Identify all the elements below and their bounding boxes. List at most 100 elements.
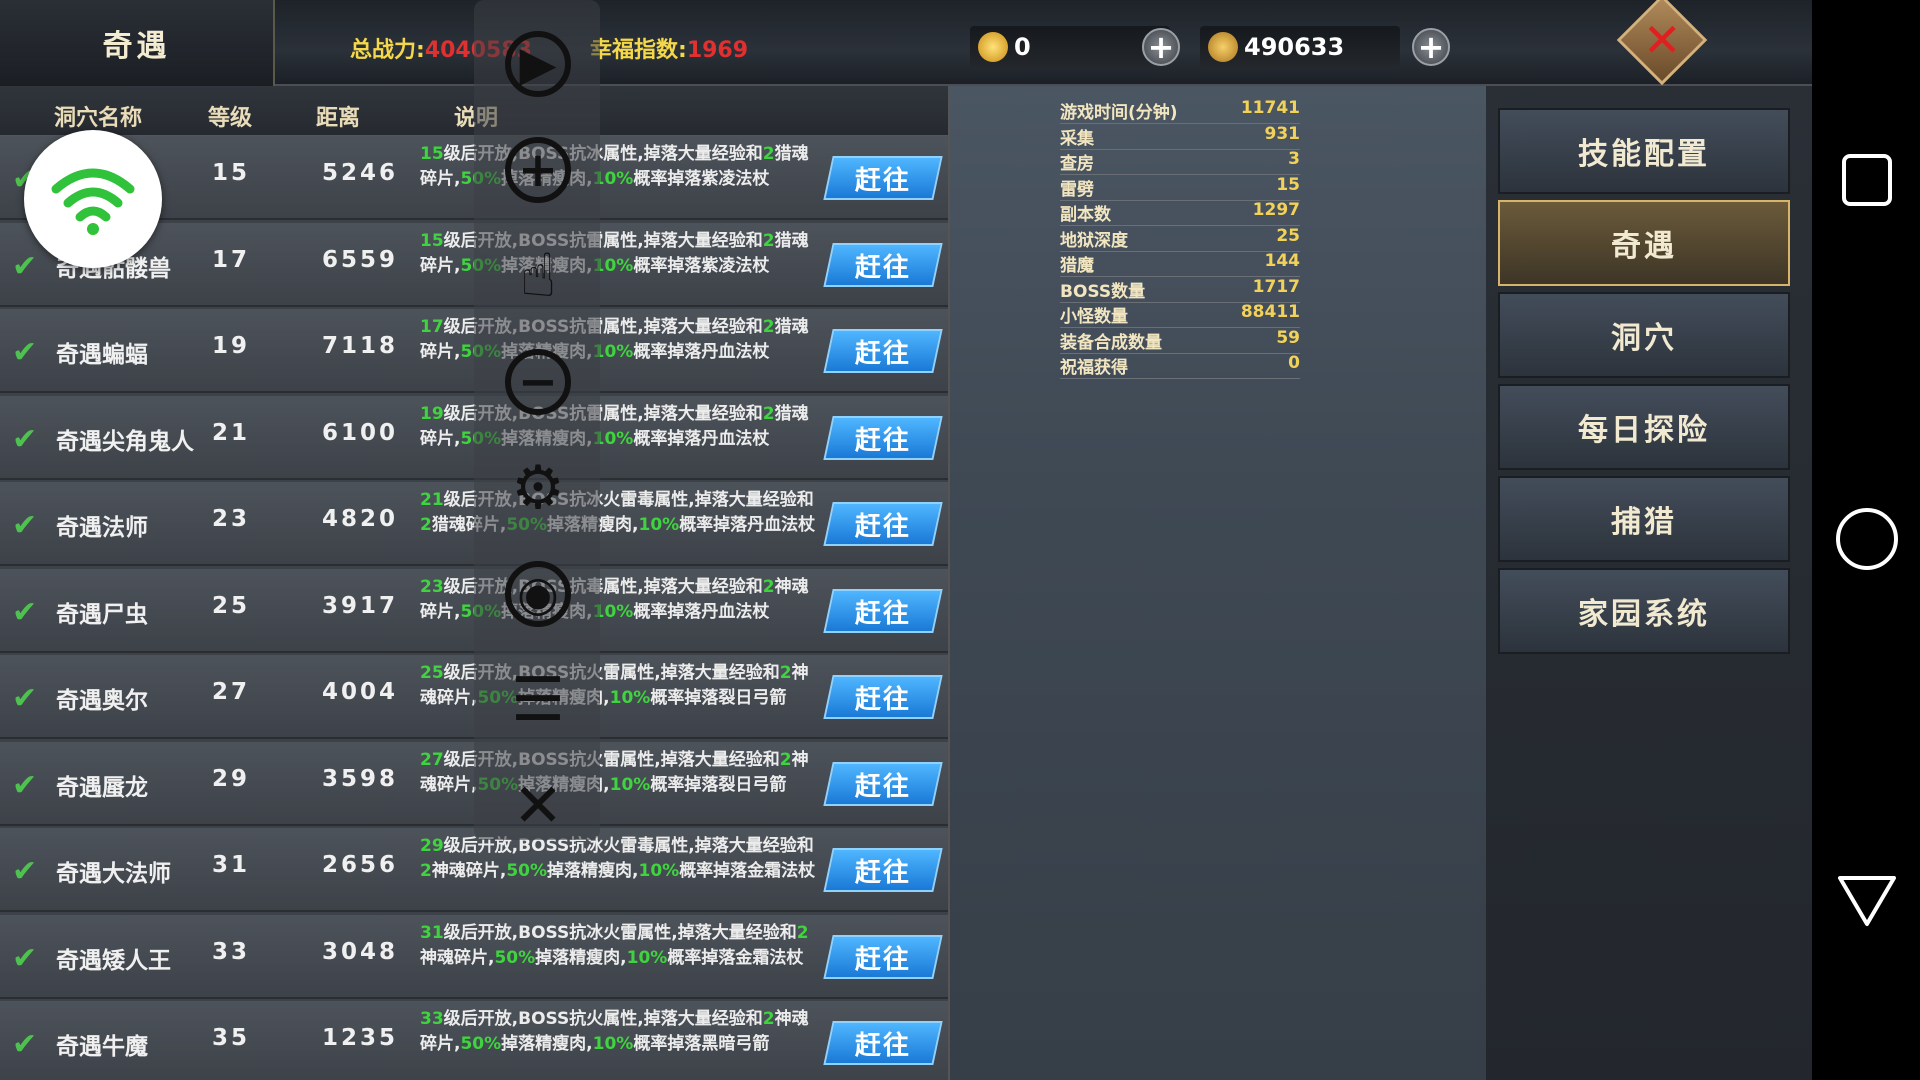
desc-level: 27: [420, 749, 444, 770]
cave-level: 23: [212, 506, 251, 532]
stats-panel: 游戏时间(分钟) 11741 采集 931 查房 3 雷劈 15 副本数 1297 地狱深度 25 猎魔…: [948, 86, 1486, 1080]
stat-value: 3: [1288, 149, 1300, 169]
cave-level: 21: [212, 419, 251, 446]
check-icon: ✔: [12, 940, 38, 976]
cave-distance: 6559: [322, 246, 399, 273]
desc-text-2: 神魂碎片,: [431, 861, 507, 881]
cave-name: 奇遇蜃龙: [56, 774, 148, 801]
game-viewport: 奇遇 总战力:4040583 幸福指数:1969 0 + 490633 + ✕ …: [0, 0, 1812, 1080]
go-button[interactable]: 赶往: [823, 329, 943, 373]
menu-item-label: 洞穴: [1611, 321, 1677, 356]
go-button-label: 赶往: [854, 684, 911, 715]
cave-description: 29级后开放,BOSS抗冰火雷毒属性,掉落大量经验和2神魂碎片,50%掉落精瘦肉…: [420, 834, 820, 884]
desc-rate-2: 10%: [638, 515, 680, 535]
stat-row: 猎魔 144: [1060, 251, 1300, 277]
stat-label: 祝福获得: [1060, 358, 1128, 378]
cave-row: ✔ 奇遇矮人王 33 3048 31级后开放,BOSS抗冰火雷属性,掉落大量经验和2 神魂…: [0, 914, 948, 999]
stat-row: 查房 3: [1060, 149, 1300, 175]
go-button-label: 赶往: [854, 944, 911, 974]
go-button[interactable]: 赶往: [823, 502, 943, 546]
desc-rate-1: 50%: [460, 1034, 502, 1054]
go-button[interactable]: 赶往: [823, 156, 943, 200]
add-gold-button[interactable]: +: [1142, 28, 1180, 66]
page-title: 奇遇: [102, 29, 171, 64]
cave-distance: 1235: [322, 1025, 399, 1051]
go-button[interactable]: 赶往: [823, 242, 943, 287]
gold-currency: 0: [970, 26, 1170, 68]
zoom-out-icon[interactable]: −: [502, 346, 574, 418]
desc-rate-2: 10%: [609, 688, 651, 708]
stat-value: 1297: [1252, 200, 1300, 220]
go-button[interactable]: 赶往: [823, 588, 943, 633]
cave-level: 35: [212, 1025, 251, 1051]
go-button[interactable]: 赶往: [823, 1021, 943, 1065]
menu-item[interactable]: 奇遇: [1498, 200, 1790, 286]
stat-value: 15: [1276, 174, 1300, 195]
page-title-box: 奇遇: [0, 0, 275, 86]
desc-text-4: 概率掉落丹血法杖: [633, 601, 770, 622]
cave-name: 奇遇蝙蝠: [56, 342, 148, 368]
stat-label: 副本数: [1060, 205, 1111, 225]
add-coin-button[interactable]: +: [1412, 28, 1450, 66]
desc-count: 2: [762, 144, 775, 164]
cave-level: 17: [212, 246, 251, 273]
hand-pointer-icon[interactable]: ☝: [502, 240, 574, 312]
cave-level: 25: [212, 592, 251, 619]
desc-text-4: 概率掉落金霜法杖: [667, 947, 804, 968]
cave-level: 19: [212, 333, 251, 359]
play-icon[interactable]: ▶: [502, 28, 574, 100]
gear-icon[interactable]: ⚙: [502, 452, 574, 524]
zoom-in-icon[interactable]: +: [502, 134, 574, 206]
cave-distance: 3048: [322, 938, 399, 965]
recent-apps-button[interactable]: [1842, 154, 1892, 206]
menu-icon[interactable]: ☰: [502, 664, 574, 736]
desc-rate-2: 10%: [609, 774, 651, 795]
stat-row: 游戏时间(分钟) 11741: [1060, 98, 1300, 124]
desc-count: 2: [779, 749, 792, 770]
check-icon: ✔: [12, 594, 38, 630]
desc-text-4: 概率掉落金霜法杖: [679, 861, 816, 881]
desc-level: 23: [420, 576, 444, 597]
close-icon[interactable]: ✕: [502, 770, 574, 842]
desc-text-4: 概率掉落丹血法杖: [633, 428, 770, 449]
menu-item[interactable]: 家园系统: [1498, 568, 1790, 654]
go-button[interactable]: 赶往: [823, 934, 943, 979]
cave-row: ✔ 奇遇大法师 31 2656 29级后开放,BOSS抗冰火雷毒属性,掉落大量经验和2神…: [0, 828, 948, 912]
go-button-label: 赶往: [854, 425, 911, 455]
check-icon: ✔: [12, 335, 38, 370]
back-button[interactable]: [1836, 874, 1898, 928]
stat-row: 采集 931: [1060, 124, 1300, 150]
wifi-float-button[interactable]: [24, 130, 162, 268]
menu-item-label: 每日探险: [1578, 413, 1710, 448]
desc-text-1: 级后开放,BOSS抗冰火雷属性,掉落大量经验和: [443, 922, 797, 943]
desc-text-4: 概率掉落裂日弓箭: [650, 774, 787, 795]
cave-level: 15: [212, 160, 251, 186]
cave-name: 奇遇法师: [56, 515, 148, 541]
stat-label: 地狱深度: [1060, 230, 1128, 251]
stat-row: 装备合成数量 59: [1060, 328, 1300, 354]
cave-level: 33: [212, 938, 251, 965]
go-button[interactable]: 赶往: [823, 848, 943, 892]
check-icon: ✔: [12, 421, 38, 457]
desc-text-2: 神魂碎片,: [420, 947, 495, 968]
go-button[interactable]: 赶往: [823, 675, 943, 719]
go-button[interactable]: 赶往: [823, 415, 943, 460]
desc-text-4: 概率掉落紫凌法杖: [633, 169, 770, 189]
menu-item[interactable]: 捕猎: [1498, 476, 1790, 562]
menu-item[interactable]: 洞穴: [1498, 292, 1790, 378]
coin-currency: 490633: [1200, 26, 1400, 68]
right-menu: 技能配置 奇遇洞穴每日探险捕猎家园系统: [1486, 86, 1812, 1080]
check-icon: ✔: [12, 248, 38, 284]
go-button-label: 赶往: [854, 771, 911, 801]
menu-item[interactable]: 每日探险: [1498, 384, 1790, 470]
stat-value: 1717: [1252, 276, 1300, 297]
menu-item-label: 捕猎: [1611, 505, 1677, 540]
close-button[interactable]: ✕: [1616, 0, 1708, 86]
go-button[interactable]: 赶往: [823, 761, 943, 806]
desc-rate-1: 50%: [494, 947, 536, 968]
home-button[interactable]: [1836, 508, 1898, 570]
desc-rate-2: 10%: [592, 1034, 634, 1054]
menu-item[interactable]: 技能配置: [1498, 108, 1790, 194]
eye-icon[interactable]: ◉: [502, 558, 574, 630]
header-distance: 距离: [316, 106, 361, 131]
